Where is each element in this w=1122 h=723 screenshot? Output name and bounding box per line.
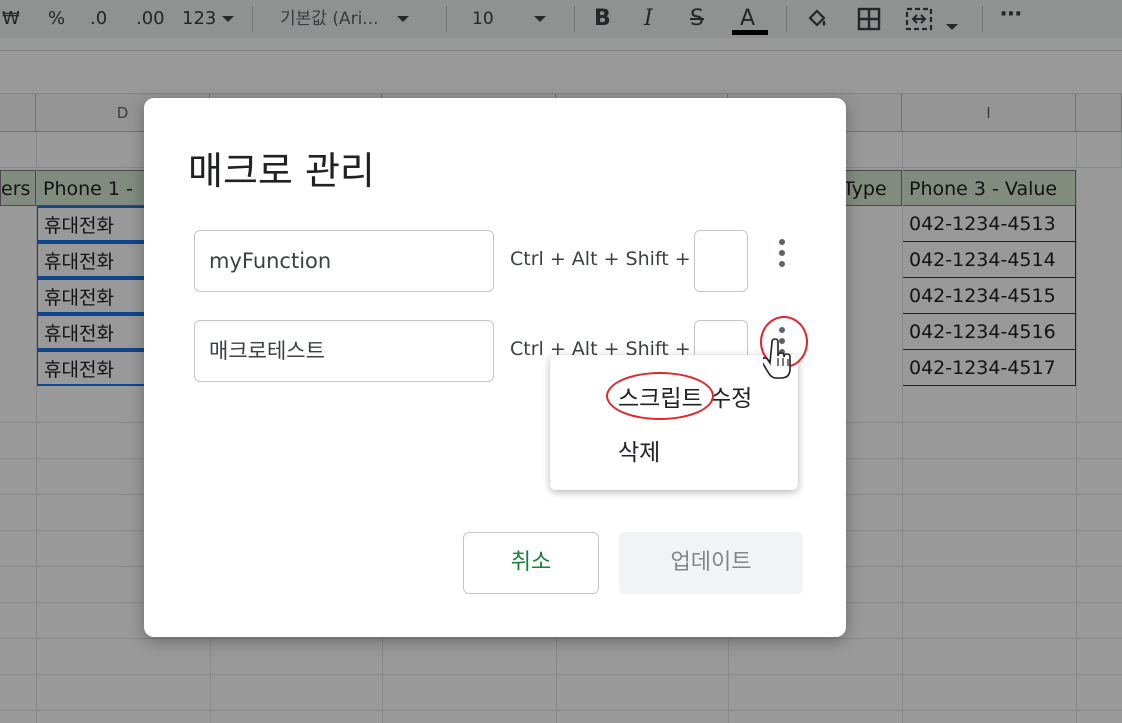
more-vert-icon[interactable] bbox=[771, 236, 793, 276]
cancel-button[interactable]: 취소 bbox=[463, 532, 599, 594]
annotation-circle bbox=[606, 372, 714, 420]
hand-cursor-icon bbox=[763, 338, 791, 379]
shortcut-key-input[interactable] bbox=[694, 230, 748, 292]
macro-name-input[interactable]: myFunction bbox=[194, 230, 494, 292]
menu-item-delete[interactable]: 삭제 bbox=[618, 433, 660, 467]
dialog-title: 매크로 관리 bbox=[188, 149, 375, 193]
update-button[interactable]: 업데이트 bbox=[619, 532, 803, 594]
macro-name-input[interactable]: 매크로테스트 bbox=[194, 320, 494, 382]
shortcut-label: Ctrl + Alt + Shift + bbox=[510, 248, 691, 270]
